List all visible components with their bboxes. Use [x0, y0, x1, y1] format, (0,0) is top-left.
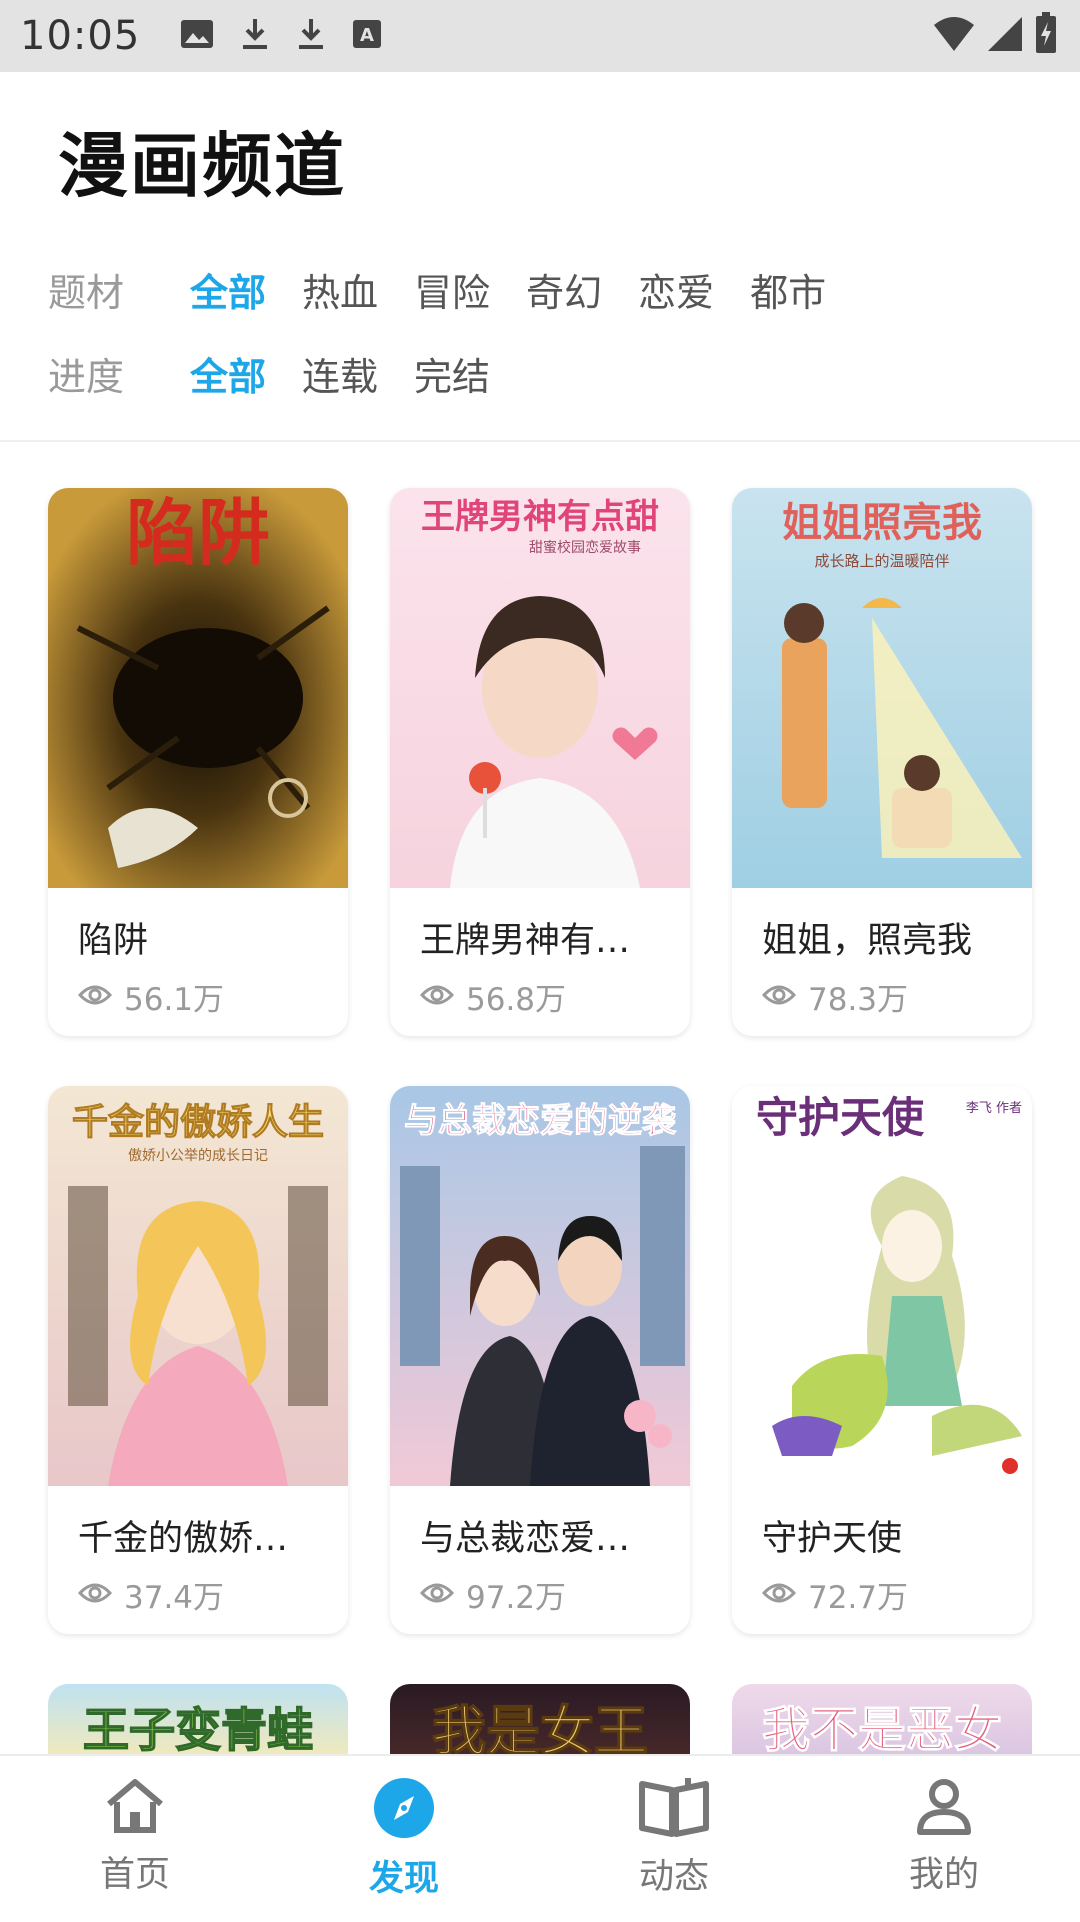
- view-count: 78.3万: [761, 974, 909, 1019]
- eye-icon: [419, 984, 455, 1010]
- eye-icon: [419, 1582, 455, 1608]
- nav-feed[interactable]: 动态: [574, 1776, 774, 1899]
- comic-cover: 王牌男神有点甜 甜蜜校园恋爱故事: [390, 488, 690, 888]
- battery-icon: [1034, 12, 1058, 58]
- svg-text:A: A: [360, 25, 374, 46]
- compass-icon: [372, 1778, 436, 1844]
- comic-title: 王牌男神有…: [420, 921, 631, 961]
- cover-title: 王牌男神有点甜: [421, 497, 659, 537]
- genre-chip-adventure[interactable]: 冒险: [414, 262, 490, 317]
- comic-title: 陷阱: [78, 921, 149, 961]
- cover-subtitle: 成长路上的温暖陪伴: [814, 552, 949, 570]
- font-icon: A: [352, 19, 382, 53]
- genre-chip-all[interactable]: 全部: [190, 262, 266, 317]
- comic-card[interactable]: 我是女王: [390, 1684, 690, 1764]
- status-time: 10:05: [20, 13, 141, 59]
- cover-title: 王子变青蛙: [83, 1703, 313, 1757]
- cover-title: 与总裁恋爱的逆袭: [404, 1101, 677, 1141]
- signal-icon: [986, 13, 1024, 57]
- comic-title: 千金的傲娇…: [78, 1519, 289, 1559]
- genre-filter-row: 题材 全部 热血 冒险 奇幻 恋爱 都市: [48, 262, 862, 317]
- progress-chip-all[interactable]: 全部: [190, 346, 266, 401]
- view-count: 37.4万: [77, 1572, 225, 1617]
- genre-chip-urban[interactable]: 都市: [750, 262, 826, 317]
- genre-chip-fantasy[interactable]: 奇幻: [526, 262, 602, 317]
- comic-card[interactable]: 千金的傲娇人生 傲娇小公举的成长日记 千金的傲娇… 37.4万: [48, 1086, 348, 1634]
- nav-home-label: 首页: [99, 1855, 170, 1895]
- nav-home[interactable]: 首页: [35, 1776, 235, 1897]
- view-count-text: 72.7万: [808, 1580, 909, 1616]
- image-icon: [180, 19, 214, 53]
- divider: [0, 440, 1080, 442]
- nav-feed-label: 动态: [638, 1857, 709, 1897]
- progress-chip-ongoing[interactable]: 连载: [302, 346, 378, 401]
- comic-cover: 与总裁恋爱的逆袭: [390, 1086, 690, 1486]
- view-count-text: 97.2万: [466, 1580, 567, 1616]
- cover-subtitle: 甜蜜校园恋爱故事: [529, 539, 641, 556]
- wifi-icon: [932, 13, 976, 57]
- progress-filter-row: 进度 全部 连载 完结: [48, 346, 526, 401]
- view-count: 72.7万: [761, 1572, 909, 1617]
- download-icon: [296, 17, 326, 55]
- comic-cover: 守护天使 李飞 作者: [732, 1086, 1032, 1486]
- view-count: 97.2万: [419, 1572, 567, 1617]
- view-count: 56.1万: [77, 974, 225, 1019]
- eye-icon: [761, 984, 797, 1010]
- comic-cover: 陷阱: [48, 488, 348, 888]
- eye-icon: [77, 1582, 113, 1608]
- comic-card[interactable]: 陷阱 陷阱 56.1万: [48, 488, 348, 1036]
- eye-icon: [761, 1582, 797, 1608]
- download-icon: [240, 17, 270, 55]
- bottom-nav: 首页 发现 动态 我的: [0, 1754, 1080, 1922]
- page-title: 漫画频道: [58, 125, 346, 207]
- comic-title: 与总裁恋爱…: [420, 1519, 631, 1559]
- cover-subtitle: 傲娇小公举的成长日记: [128, 1148, 268, 1164]
- view-count-text: 56.8万: [466, 982, 567, 1018]
- nav-discover-label: 发现: [368, 1859, 439, 1899]
- cover-title: 守护天使: [756, 1093, 925, 1142]
- comic-card[interactable]: 守护天使 李飞 作者 守护天使 72.7万: [732, 1086, 1032, 1634]
- book-icon: [638, 1778, 710, 1842]
- comic-title: 守护天使: [762, 1519, 903, 1559]
- person-icon: [914, 1779, 974, 1840]
- progress-filter-label: 进度: [48, 355, 125, 399]
- view-count-text: 56.1万: [124, 982, 225, 1018]
- nav-profile-label: 我的: [908, 1855, 979, 1895]
- comic-card[interactable]: 姐姐照亮我 成长路上的温暖陪伴 姐姐，照亮我 78.3万: [732, 488, 1032, 1036]
- cover-title: 陷阱: [126, 490, 270, 575]
- view-count-text: 37.4万: [124, 1580, 225, 1616]
- eye-icon: [77, 984, 113, 1010]
- genre-filter-label: 题材: [48, 271, 125, 315]
- cover-subtitle: 李飞 作者: [966, 1101, 1022, 1116]
- status-bar: 10:05 A: [0, 0, 1080, 72]
- genre-chip-hot-blood[interactable]: 热血: [302, 262, 378, 317]
- progress-chip-completed[interactable]: 完结: [414, 346, 490, 401]
- genre-chip-romance[interactable]: 恋爱: [638, 262, 714, 317]
- comic-card[interactable]: 与总裁恋爱的逆袭 与总裁恋爱… 97.2万: [390, 1086, 690, 1634]
- nav-profile[interactable]: 我的: [844, 1776, 1044, 1897]
- cover-title: 姐姐照亮我: [782, 499, 982, 546]
- comic-cover: 姐姐照亮我 成长路上的温暖陪伴: [732, 488, 1032, 888]
- nav-discover[interactable]: 发现: [304, 1776, 504, 1901]
- cover-title: 千金的傲娇人生: [72, 1101, 324, 1143]
- comic-card[interactable]: 王子变青蛙: [48, 1684, 348, 1764]
- comic-title: 姐姐，照亮我: [762, 921, 973, 961]
- view-count: 56.8万: [419, 974, 567, 1019]
- comic-card[interactable]: 我不是恶女: [732, 1684, 1032, 1764]
- cover-title: 我不是恶女: [762, 1702, 1002, 1758]
- view-count-text: 78.3万: [808, 982, 909, 1018]
- home-icon: [103, 1779, 167, 1840]
- comic-card[interactable]: 王牌男神有点甜 甜蜜校园恋爱故事 王牌男神有… 56.8万: [390, 488, 690, 1036]
- comic-cover: 千金的傲娇人生 傲娇小公举的成长日记: [48, 1086, 348, 1486]
